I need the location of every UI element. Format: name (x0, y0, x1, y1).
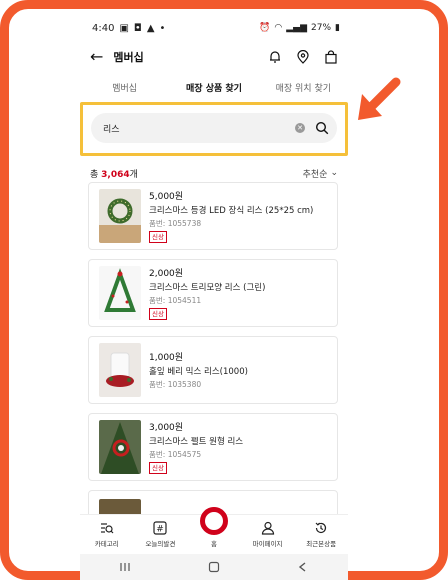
nav-home[interactable]: 홈 (187, 507, 241, 554)
product-code: 품번: 1035380 (149, 380, 202, 389)
bell-icon[interactable] (268, 50, 282, 64)
product-price: 2,000원 (149, 269, 184, 279)
product-card[interactable]: 2,000원 크리스마스 트리모양 리스 (그린) 품번: 1054511 신상 (88, 259, 338, 327)
result-count-prefix: 총 (90, 169, 102, 180)
product-name: 크리스마스 펠트 원형 리스 (149, 437, 244, 447)
nav-recent[interactable]: 최근본상품 (294, 515, 348, 554)
history-icon (315, 522, 327, 534)
header: ← 멤버십 (80, 42, 348, 72)
home-button-icon[interactable] (207, 560, 221, 574)
product-price: 5,000원 (149, 192, 184, 202)
alarm-icon: ⏰ (259, 23, 271, 33)
product-name: 크리스마스 트리모양 리스 (그린) (149, 283, 266, 293)
berry-wreath-image (99, 343, 141, 397)
search-icon[interactable] (315, 121, 329, 135)
felt-wreath-image (99, 420, 141, 474)
product-price: 3,000원 (149, 423, 184, 433)
nav-label: 홈 (210, 540, 217, 548)
result-count-row: 총 3,064개 추천순 ⌄ (80, 164, 348, 182)
nav-label: 마이페이지 (252, 540, 283, 548)
new-badge: 신상 (149, 462, 167, 474)
clear-icon[interactable]: ✕ (295, 123, 305, 133)
bottom-nav: 카테고리 # 오늘의발견 홈 마이페이지 최근본상품 (80, 507, 348, 554)
alert-icon: ▲ (146, 22, 155, 34)
tab-store-product-search[interactable]: 매장 상품 찾기 (169, 72, 258, 104)
new-badge: 신상 (149, 231, 167, 243)
nav-mypage[interactable]: 마이페이지 (241, 515, 295, 554)
recent-apps-icon[interactable] (118, 560, 132, 574)
page-title: 멤버십 (113, 51, 144, 64)
sort-dropdown[interactable]: 추천순 ⌄ (303, 167, 338, 180)
back-button-icon[interactable] (296, 560, 310, 574)
product-code: 품번: 1055738 (149, 219, 202, 228)
result-count: 총 3,064개 (90, 167, 138, 180)
nav-category[interactable]: 카테고리 (80, 515, 134, 554)
search-highlight-box: ✕ (80, 102, 348, 156)
system-nav-bar (80, 554, 348, 580)
product-card[interactable]: 3,000원 크리스마스 펠트 원형 리스 품번: 1054575 신상 (88, 413, 338, 481)
annotation-arrow-icon (358, 77, 401, 120)
shopping-bag-icon[interactable] (324, 50, 338, 64)
hashtag-icon: # (153, 521, 167, 535)
message-icon: ◘ (133, 22, 142, 34)
search-input[interactable] (103, 123, 295, 133)
tab-store-location-search[interactable]: 매장 위치 찾기 (259, 72, 348, 103)
tree-wreath-image (99, 266, 141, 320)
chevron-down-icon: ⌄ (330, 168, 338, 178)
phone-screen: 4:40 ▣ ◘ ▲ • ⏰ ◠ ▂▄▆ 27% ▮ ← 멤버십 멤버십 매장 … (80, 14, 348, 580)
nav-label: 카테고리 (94, 540, 119, 548)
status-time: 4:40 (92, 22, 115, 34)
nav-discover[interactable]: # 오늘의발견 (134, 515, 188, 554)
category-search-icon (100, 523, 114, 534)
result-count-suffix: 개 (129, 169, 138, 180)
product-card[interactable]: 1,000원 홀잎 베리 믹스 리스(1000) 품번: 1035380 (88, 336, 338, 404)
gallery-icon: ▣ (119, 22, 129, 34)
battery-percent: 27% (311, 23, 332, 33)
svg-text:#: # (157, 525, 165, 535)
product-name: 크리스마스 등경 LED 장식 리스 (25*25 cm) (149, 206, 314, 216)
result-count-number: 3,064 (101, 169, 130, 180)
product-code: 품번: 1054511 (149, 296, 202, 305)
product-card[interactable]: 5,000원 크리스마스 등경 LED 장식 리스 (25*25 cm) 품번:… (88, 182, 338, 250)
dot-icon: • (159, 22, 166, 34)
home-ring-icon (199, 507, 228, 535)
nav-label: 최근본상품 (306, 540, 337, 548)
signal-icon: ▂▄▆ (286, 23, 308, 33)
sort-label: 추천순 (302, 169, 328, 180)
nav-label: 오늘의발견 (145, 540, 176, 548)
new-badge: 신상 (149, 308, 167, 320)
status-bar: 4:40 ▣ ◘ ▲ • ⏰ ◠ ▂▄▆ 27% ▮ (80, 14, 348, 42)
battery-icon: ▮ (335, 23, 340, 33)
back-arrow-icon[interactable]: ← (90, 49, 103, 65)
search-bar: ✕ (91, 113, 337, 143)
person-icon (261, 521, 274, 535)
wreath-led-image (99, 189, 141, 243)
product-list: 5,000원 크리스마스 등경 LED 장식 리스 (25*25 cm) 품번:… (88, 182, 338, 539)
wifi-icon: ◠ (274, 23, 283, 33)
tab-membership[interactable]: 멤버십 (80, 72, 169, 103)
product-code: 품번: 1054575 (149, 450, 202, 459)
location-pin-icon[interactable] (296, 50, 310, 64)
product-price: 1,000원 (149, 353, 184, 363)
tab-bar: 멤버십 매장 상품 찾기 매장 위치 찾기 (80, 72, 348, 104)
product-name: 홀잎 베리 믹스 리스(1000) (149, 367, 248, 377)
